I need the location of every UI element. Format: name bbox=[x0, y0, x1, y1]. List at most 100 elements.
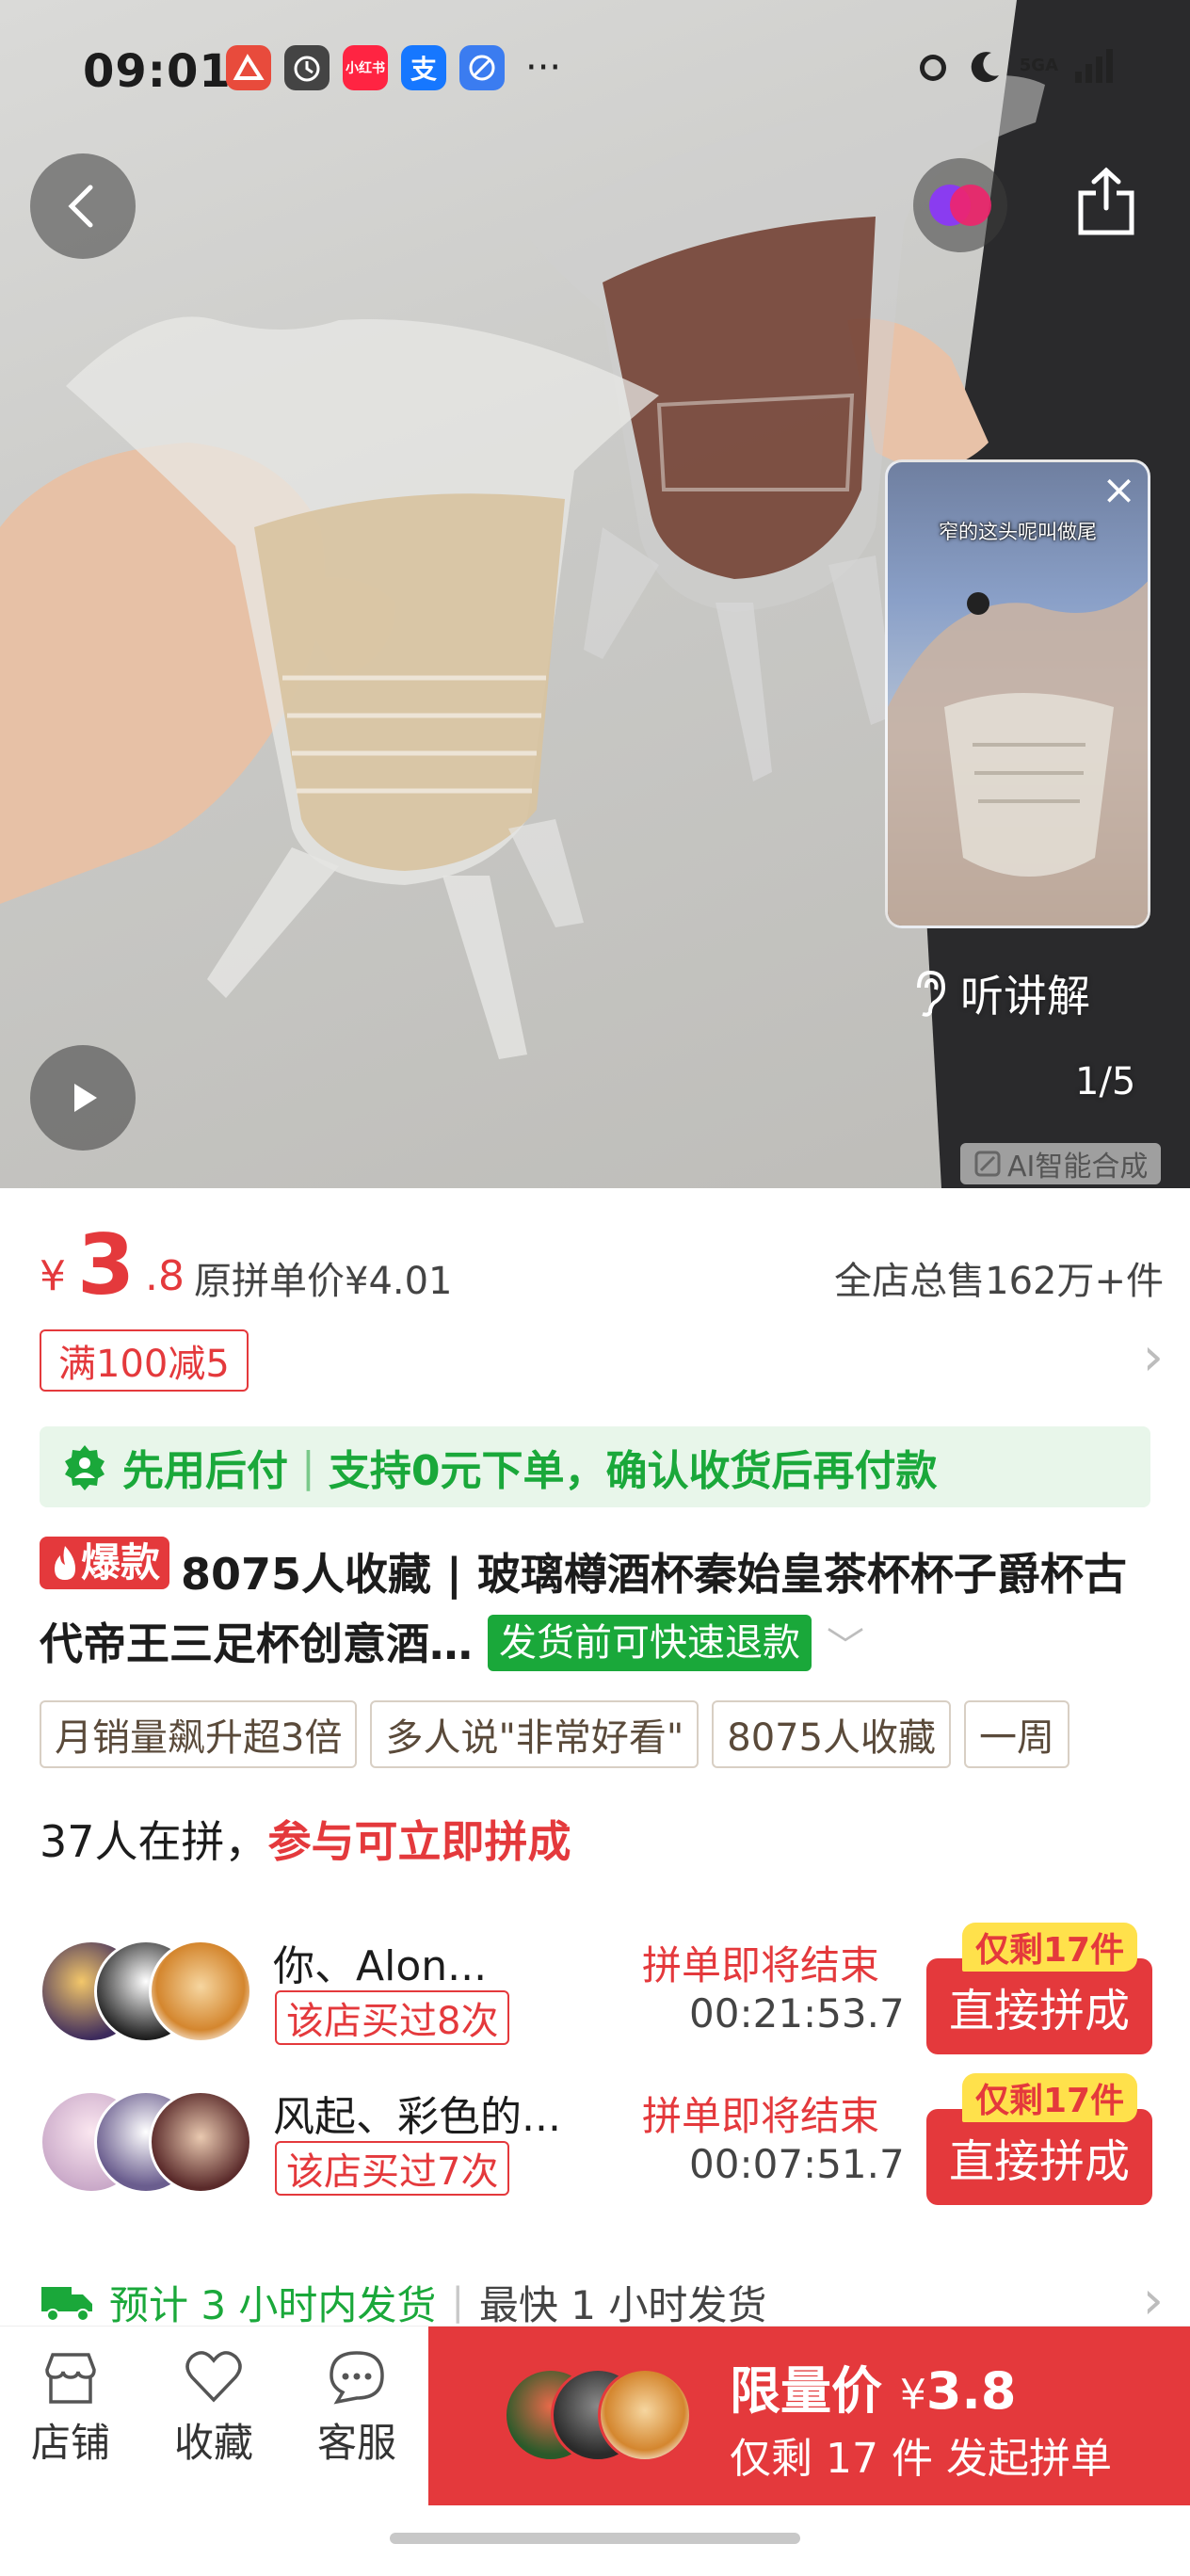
product-tag: 月销量飙升超3倍 bbox=[40, 1700, 358, 1768]
network-label: 5GA bbox=[1019, 56, 1058, 75]
ai-generated-badge: AI智能合成 bbox=[960, 1143, 1162, 1184]
image-page-indicator: 1/5 bbox=[1075, 1060, 1136, 1103]
limited-price-value: 3.8 bbox=[925, 2361, 1017, 2421]
assistant-logo-icon bbox=[929, 185, 991, 226]
home-indicator[interactable] bbox=[390, 2533, 800, 2544]
price-decimal: .8 bbox=[145, 1252, 185, 1300]
limited-price-line: 限量价 ¥3.8 bbox=[730, 2349, 1016, 2423]
group-avatars bbox=[40, 1940, 256, 2043]
shipping-fastest: 最快 1 小时发货 bbox=[478, 2281, 767, 2328]
purchase-history-badge: 该店买过8次 bbox=[275, 1990, 510, 2045]
favorite-label: 收藏 bbox=[173, 2420, 253, 2466]
original-group-price: 原拼单价¥4.01 bbox=[194, 1260, 453, 1303]
coupon-badge[interactable]: 满100减5 bbox=[40, 1329, 249, 1392]
group-highlight: 参与可立即拼成 bbox=[267, 1816, 571, 1867]
alarm-icon bbox=[919, 55, 946, 81]
status-bar: 09:01 小红书 支 ··· 5GA bbox=[0, 38, 1190, 113]
quick-refund-tag: 发货前可快速退款 bbox=[488, 1615, 812, 1671]
avatar bbox=[598, 2368, 692, 2462]
alipay-app-icon: 支 bbox=[401, 45, 446, 90]
status-app-icons: 小红书 支 ··· bbox=[226, 45, 561, 90]
avatar bbox=[149, 2090, 252, 2194]
play-video-button[interactable] bbox=[30, 1045, 136, 1151]
chat-icon bbox=[330, 2351, 384, 2405]
fire-icon bbox=[55, 1546, 75, 1580]
avatar bbox=[149, 1940, 252, 2043]
product-tag: 8075人收藏 bbox=[712, 1700, 952, 1768]
status-system-icons: 5GA bbox=[914, 47, 1115, 85]
group-count: 37人在拼， bbox=[40, 1816, 268, 1867]
listen-explain-button[interactable]: 听讲解 bbox=[909, 962, 1090, 1024]
chevron-right-icon: › bbox=[1142, 2270, 1164, 2331]
bottom-action-bar: 店铺 收藏 客服 限量价 ¥3.8 仅剩 17 件 发起拼单 bbox=[0, 2326, 1190, 2505]
share-icon bbox=[1078, 167, 1134, 235]
price-row: ¥ 3 .8 原拼单价¥4.01 全店总售162万+件 bbox=[40, 1215, 1164, 1313]
status-time: 09:01 bbox=[83, 45, 232, 98]
store-total-sold: 全店总售162万+件 bbox=[834, 1260, 1164, 1303]
cta-avatars bbox=[504, 2368, 692, 2466]
back-button[interactable] bbox=[30, 153, 136, 259]
limited-price-label: 限量价 bbox=[730, 2361, 882, 2421]
product-image-carousel[interactable]: 09:01 小红书 支 ··· 5GA × 窄的这头呢叫做尾 听讲解 1/5 A… bbox=[0, 0, 1190, 1188]
listen-label: 听讲解 bbox=[960, 971, 1090, 1022]
price-integer: 3 bbox=[77, 1216, 136, 1313]
truck-icon bbox=[41, 2287, 92, 2322]
signal-icon bbox=[1075, 49, 1113, 83]
product-tag: 多人说"非常好看" bbox=[370, 1700, 700, 1768]
group-leader-name: 风起、彩色的... bbox=[273, 2093, 561, 2141]
pay-later-title: 先用后付 bbox=[122, 1447, 288, 1495]
customer-service-button[interactable]: 客服 bbox=[296, 2349, 418, 2469]
coupon-row[interactable]: 满100减5 › bbox=[40, 1329, 1164, 1392]
assistant-button[interactable] bbox=[913, 158, 1007, 252]
pay-later-banner[interactable]: 先用后付 | 支持0元下单，确认收货后再付款 bbox=[40, 1426, 1150, 1507]
favorite-button[interactable]: 收藏 bbox=[153, 2349, 275, 2469]
group-countdown: 00:21:53.7 bbox=[689, 1990, 905, 2037]
group-countdown: 00:07:51.7 bbox=[689, 2141, 905, 2187]
price-symbol: ¥ bbox=[40, 1252, 66, 1300]
store-icon bbox=[45, 2353, 96, 2404]
stock-remaining-badge: 仅剩17件 bbox=[962, 2073, 1138, 2122]
group-leader-name: 你、Alon... bbox=[273, 1942, 488, 1990]
customer-service-label: 客服 bbox=[316, 2420, 396, 2466]
pay-later-desc: 支持0元下单，确认收货后再付款 bbox=[328, 1447, 938, 1495]
product-tag: 一周 bbox=[964, 1700, 1070, 1768]
ai-label: AI智能合成 bbox=[1007, 1151, 1149, 1183]
play-icon bbox=[74, 1084, 97, 1112]
video-caption: 窄的这头呢叫做尾 bbox=[939, 521, 1097, 543]
close-video-button[interactable]: × bbox=[1102, 470, 1136, 511]
share-button[interactable] bbox=[1073, 165, 1139, 240]
more-notifications-icon: ··· bbox=[525, 46, 562, 89]
heart-icon bbox=[185, 2351, 242, 2403]
news-app-icon bbox=[226, 45, 271, 90]
group-avatars bbox=[40, 2090, 256, 2194]
ear-icon bbox=[917, 970, 946, 1017]
stock-remaining-badge: 仅剩17件 bbox=[962, 1923, 1138, 1972]
group-buy-heading: 37人在拼，参与可立即拼成 bbox=[40, 1808, 571, 1870]
shipping-separator: | bbox=[451, 2280, 464, 2324]
pay-later-icon bbox=[65, 1445, 105, 1490]
alarm-app-icon bbox=[284, 45, 330, 90]
join-group-button[interactable]: 直接拼成 bbox=[926, 2109, 1152, 2205]
purchase-history-badge: 该店买过7次 bbox=[275, 2141, 510, 2196]
join-group-button[interactable]: 直接拼成 bbox=[926, 1958, 1152, 2054]
start-group-buy-label: 仅剩 17 件 发起拼单 bbox=[730, 2435, 1112, 2483]
store-button[interactable]: 店铺 bbox=[9, 2349, 132, 2469]
chevron-down-icon: ﹀ bbox=[827, 1625, 865, 1668]
pay-later-separator: | bbox=[301, 1442, 315, 1491]
xiaohongshu-app-icon: 小红书 bbox=[343, 45, 388, 90]
product-title[interactable]: 爆款 8075人收藏 | 玻璃樽酒杯秦始皇茶杯杯子爵杯古代帝王三足杯创意酒… 发… bbox=[40, 1537, 1164, 1682]
group-ending-label: 拼单即将结束 bbox=[642, 2093, 880, 2139]
group-row: 你、Alon... 该店买过8次 拼单即将结束 00:21:53.7 直接拼成 … bbox=[40, 1923, 1152, 2054]
chevron-right-icon: › bbox=[1142, 1327, 1164, 1388]
floating-video-preview[interactable]: × 窄的这头呢叫做尾 bbox=[885, 459, 1150, 928]
hot-tag-label: 爆款 bbox=[81, 1539, 161, 1586]
group-row: 风起、彩色的... 该店买过7次 拼单即将结束 00:07:51.7 直接拼成 … bbox=[40, 2073, 1152, 2205]
moon-icon bbox=[971, 52, 999, 83]
ai-icon bbox=[974, 1151, 1001, 1177]
group-ending-label: 拼单即将结束 bbox=[642, 1942, 880, 1988]
store-label: 店铺 bbox=[30, 2420, 110, 2466]
start-group-buy-button[interactable]: 限量价 ¥3.8 仅剩 17 件 发起拼单 bbox=[428, 2326, 1190, 2505]
browser-app-icon bbox=[459, 45, 505, 90]
product-tags: 月销量飙升超3倍 多人说"非常好看" 8075人收藏 一周 bbox=[40, 1700, 1190, 1768]
shipping-estimate: 预计 3 小时内发货 bbox=[109, 2281, 437, 2328]
